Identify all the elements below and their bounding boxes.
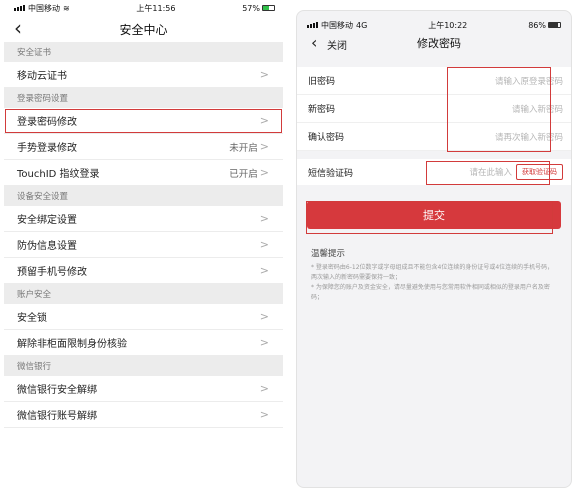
battery-indicator: 86% xyxy=(528,21,561,30)
settings-row[interactable]: 防伪信息设置 > xyxy=(4,232,283,258)
settings-row-label: TouchID 指纹登录 xyxy=(17,169,100,180)
settings-row[interactable]: 移动云证书 > xyxy=(4,62,283,88)
settings-row-label: 微信银行账号解绑 xyxy=(17,411,97,422)
settings-list: 安全证书 移动云证书 > 登录密码设置 登录密码修改 > 手势登录修改 未开启 > TouchID… xyxy=(4,42,283,428)
settings-row-label: 移动云证书 xyxy=(17,71,67,82)
close-icon[interactable]: ‹ xyxy=(311,33,317,53)
page-title: 修改密码 xyxy=(417,37,461,50)
battery-icon xyxy=(547,22,561,28)
status-value: 未开启 xyxy=(229,142,258,154)
settings-row[interactable]: 安全绑定设置 > xyxy=(4,206,283,232)
settings-row-value: > xyxy=(258,336,269,349)
submit-button[interactable]: 提交 xyxy=(307,201,561,229)
settings-row-label: 安全锁 xyxy=(17,313,47,324)
section-header: 设备安全设置 xyxy=(4,186,283,206)
status-time: 上午10:22 xyxy=(428,20,468,30)
security-center-screen: 中国移动 ≋ 上午11:56 57% ‹ 安全中心 安全证书 移动云证书 > 登录密码… xyxy=(4,0,283,498)
settings-row-value: > xyxy=(258,382,269,395)
battery-indicator: 57% xyxy=(242,4,275,13)
back-button[interactable]: ‹ xyxy=(14,18,22,38)
section-header: 安全证书 xyxy=(4,42,283,62)
old-password-input[interactable]: 请输入原登录密码 xyxy=(495,75,563,87)
chevron-right-icon: > xyxy=(259,264,269,277)
status-value: 已开启 xyxy=(229,168,258,180)
settings-row-value: > xyxy=(258,238,269,251)
chevron-right-icon: > xyxy=(259,238,269,251)
tips-title: 温馨提示 xyxy=(311,249,346,259)
settings-row[interactable]: 解除非柜面限制身份核验 > xyxy=(4,330,283,356)
settings-row-value: > xyxy=(258,408,269,421)
settings-row[interactable]: 预留手机号修改 > xyxy=(4,258,283,284)
carrier-label: 中国移动 xyxy=(28,3,60,13)
status-bar: 中国移动 4G 上午10:22 86% xyxy=(297,17,571,33)
settings-row-label: 微信银行安全解绑 xyxy=(17,385,97,396)
old-password-label: 旧密码 xyxy=(308,77,336,87)
status-time: 上午11:56 xyxy=(136,3,176,13)
settings-row-label: 安全绑定设置 xyxy=(17,215,77,226)
new-password-row[interactable]: 新密码 请输入新密码 xyxy=(297,95,571,123)
tip-line: * 为保障您的账户及资金安全，请尽量避免使用与您常用软件相同或相似的登录用户名及… xyxy=(311,284,550,301)
sms-code-row: 短信验证码 请在此输入 获取验证码 xyxy=(297,159,571,185)
chevron-right-icon: > xyxy=(259,166,269,179)
chevron-right-icon: > xyxy=(259,408,269,421)
battery-percent: 57% xyxy=(242,3,260,13)
confirm-password-input[interactable]: 请再次输入新密码 xyxy=(495,131,563,143)
settings-row[interactable]: 安全锁 > xyxy=(4,304,283,330)
settings-row-value: 未开启 > xyxy=(229,140,269,154)
battery-percent: 86% xyxy=(528,20,546,30)
chevron-right-icon: > xyxy=(259,140,269,153)
settings-row-value: > xyxy=(258,310,269,323)
chevron-right-icon: > xyxy=(259,114,269,127)
chevron-right-icon: > xyxy=(259,68,269,81)
signal-icon xyxy=(14,5,25,11)
close-button[interactable]: 关闭 xyxy=(327,37,347,52)
chevron-right-icon: > xyxy=(259,310,269,323)
settings-row-label: 登录密码修改 xyxy=(17,117,77,128)
section-header: 登录密码设置 xyxy=(4,88,283,108)
chevron-right-icon: > xyxy=(259,212,269,225)
settings-row[interactable]: 微信银行安全解绑 > xyxy=(4,376,283,402)
settings-row-label: 解除非柜面限制身份核验 xyxy=(17,339,127,350)
settings-row[interactable]: 登录密码修改 > xyxy=(4,108,283,134)
new-password-input[interactable]: 请输入新密码 xyxy=(512,103,563,115)
tips-section: 温馨提示 * 登录密码由6-12位数字或字母组成且不能包含4位连续的身份证号或4… xyxy=(297,229,571,303)
carrier-label: 中国移动 xyxy=(321,20,353,30)
status-bar: 中国移动 ≋ 上午11:56 57% xyxy=(4,0,283,16)
signal-icon xyxy=(307,22,318,28)
chevron-right-icon: > xyxy=(259,336,269,349)
battery-icon xyxy=(261,5,275,11)
settings-row-value: > xyxy=(258,68,269,81)
settings-row[interactable]: 手势登录修改 未开启 > xyxy=(4,134,283,160)
settings-row-label: 预留手机号修改 xyxy=(17,267,87,278)
confirm-password-label: 确认密码 xyxy=(308,133,345,143)
section-header: 账户安全 xyxy=(4,284,283,304)
nav-bar: ‹ 关闭 修改密码 xyxy=(297,33,571,53)
settings-row[interactable]: 微信银行账号解绑 > xyxy=(4,402,283,428)
new-password-label: 新密码 xyxy=(308,105,336,115)
settings-row-label: 防伪信息设置 xyxy=(17,241,77,252)
sms-code-label: 短信验证码 xyxy=(308,168,354,179)
change-password-screen: 中国移动 4G 上午10:22 86% ‹ 关闭 修改密码 旧密码 请输入原登录… xyxy=(296,10,572,488)
confirm-password-row[interactable]: 确认密码 请再次输入新密码 xyxy=(297,123,571,151)
old-password-row[interactable]: 旧密码 请输入原登录密码 xyxy=(297,67,571,95)
password-form: 旧密码 请输入原登录密码 新密码 请输入新密码 确认密码 请再次输入新密码 xyxy=(297,67,571,151)
get-code-button[interactable]: 获取验证码 xyxy=(516,164,563,180)
page-title: 安全中心 xyxy=(119,22,168,37)
settings-row-value: > xyxy=(258,264,269,277)
section-header: 微信银行 xyxy=(4,356,283,376)
settings-row-value: > xyxy=(258,212,269,225)
sms-code-input[interactable]: 请在此输入 xyxy=(469,166,512,178)
network-label: 4G xyxy=(356,20,368,30)
chevron-right-icon: > xyxy=(259,382,269,395)
settings-row-value: 已开启 > xyxy=(229,166,269,180)
settings-row[interactable]: TouchID 指纹登录 已开启 > xyxy=(4,160,283,186)
nav-bar: ‹ 安全中心 xyxy=(4,16,283,42)
tip-line: * 登录密码由6-12位数字或字母组成且不能包含4位连续的身份证号或4位连续的手… xyxy=(311,264,554,281)
settings-row-value: > xyxy=(258,114,269,127)
settings-row-label: 手势登录修改 xyxy=(17,143,77,154)
wifi-icon: ≋ xyxy=(63,3,70,13)
